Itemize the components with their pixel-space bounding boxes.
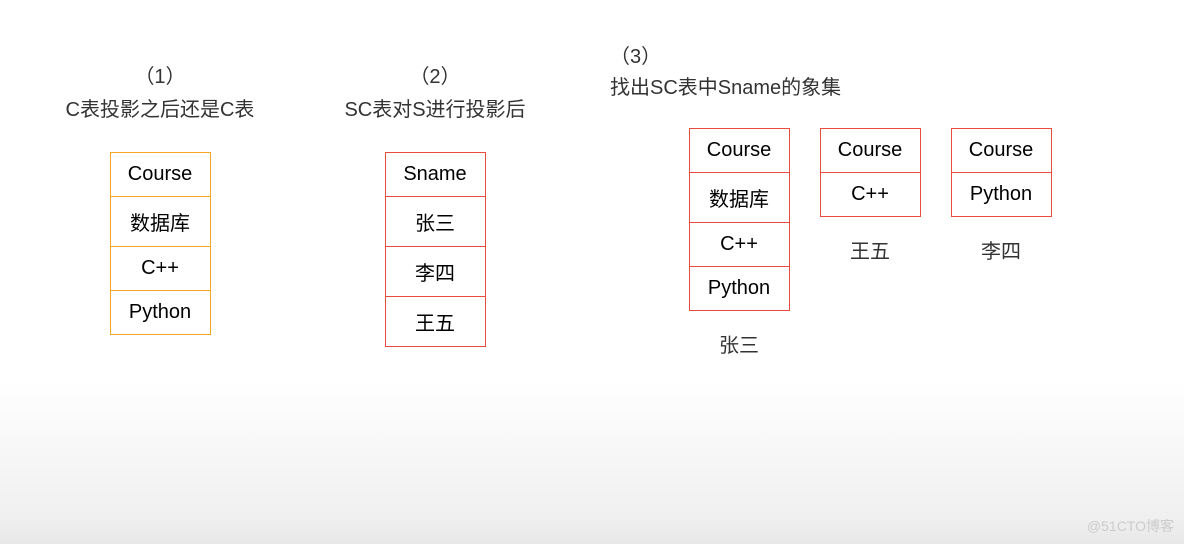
section-1: （1） C表投影之后还是C表 Course 数据库 C++ Python <box>30 60 290 358</box>
section-2-num: （2） <box>409 60 460 89</box>
sc-projection-table: Sname 张三 李四 王五 <box>385 152 486 347</box>
section-3-num: （3） <box>610 40 841 69</box>
table-row: 数据库 <box>110 197 210 247</box>
image-set-zhangsan: Course 数据库 C++ Python 张三 <box>689 128 790 358</box>
table-row: 李四 <box>385 247 485 297</box>
image-set-caption: 张三 <box>719 329 759 358</box>
table-row: Python <box>689 267 789 311</box>
table-header-cell: Course <box>110 153 210 197</box>
table-header-row: Sname <box>385 153 485 197</box>
table-cell: 张三 <box>385 197 485 247</box>
table-cell: Python <box>951 173 1051 217</box>
image-set-tables: Course 数据库 C++ Python 张三 Course C++ 王五 C… <box>689 128 1052 358</box>
table-cell: 王五 <box>385 297 485 347</box>
table-cell: Python <box>689 267 789 311</box>
section-3-title: 找出SC表中Sname的象集 <box>610 71 841 100</box>
table-header-cell: Course <box>820 129 920 173</box>
image-set-table: Course Python <box>951 128 1052 217</box>
table-cell: 李四 <box>385 247 485 297</box>
table-row: C++ <box>110 247 210 291</box>
table-header-row: Course <box>951 129 1051 173</box>
table-header-cell: Course <box>951 129 1051 173</box>
table-header-row: Course <box>689 129 789 173</box>
section-3: （3） 找出SC表中Sname的象集 Course 数据库 C++ Python… <box>590 60 1150 358</box>
diagram-container: （1） C表投影之后还是C表 Course 数据库 C++ Python （2）… <box>0 0 1184 358</box>
image-set-caption: 王五 <box>850 235 890 264</box>
table-row: 张三 <box>385 197 485 247</box>
table-cell: C++ <box>820 173 920 217</box>
image-set-caption: 李四 <box>981 235 1021 264</box>
table-row: Python <box>951 173 1051 217</box>
table-row: C++ <box>820 173 920 217</box>
image-set-table: Course 数据库 C++ Python <box>689 128 790 311</box>
table-cell: C++ <box>110 247 210 291</box>
section-1-num: （1） <box>134 60 185 89</box>
image-set-wangwu: Course C++ 王五 <box>820 128 921 264</box>
table-cell: Python <box>110 291 210 335</box>
table-row: Python <box>110 291 210 335</box>
table-header-cell: Sname <box>385 153 485 197</box>
table-header-row: Course <box>110 153 210 197</box>
table-cell: 数据库 <box>689 173 789 223</box>
watermark: @51CTO博客 <box>1087 516 1174 536</box>
table-row: C++ <box>689 223 789 267</box>
section-2-title: SC表对S进行投影后 <box>344 93 525 122</box>
table-row: 王五 <box>385 297 485 347</box>
table-row: 数据库 <box>689 173 789 223</box>
image-set-lisi: Course Python 李四 <box>951 128 1052 264</box>
c-table: Course 数据库 C++ Python <box>110 152 211 335</box>
image-set-table: Course C++ <box>820 128 921 217</box>
table-header-cell: Course <box>689 129 789 173</box>
section-1-title: C表投影之后还是C表 <box>66 93 255 122</box>
table-cell: C++ <box>689 223 789 267</box>
table-header-row: Course <box>820 129 920 173</box>
table-cell: 数据库 <box>110 197 210 247</box>
section-2: （2） SC表对S进行投影后 Sname 张三 李四 王五 <box>300 60 570 358</box>
